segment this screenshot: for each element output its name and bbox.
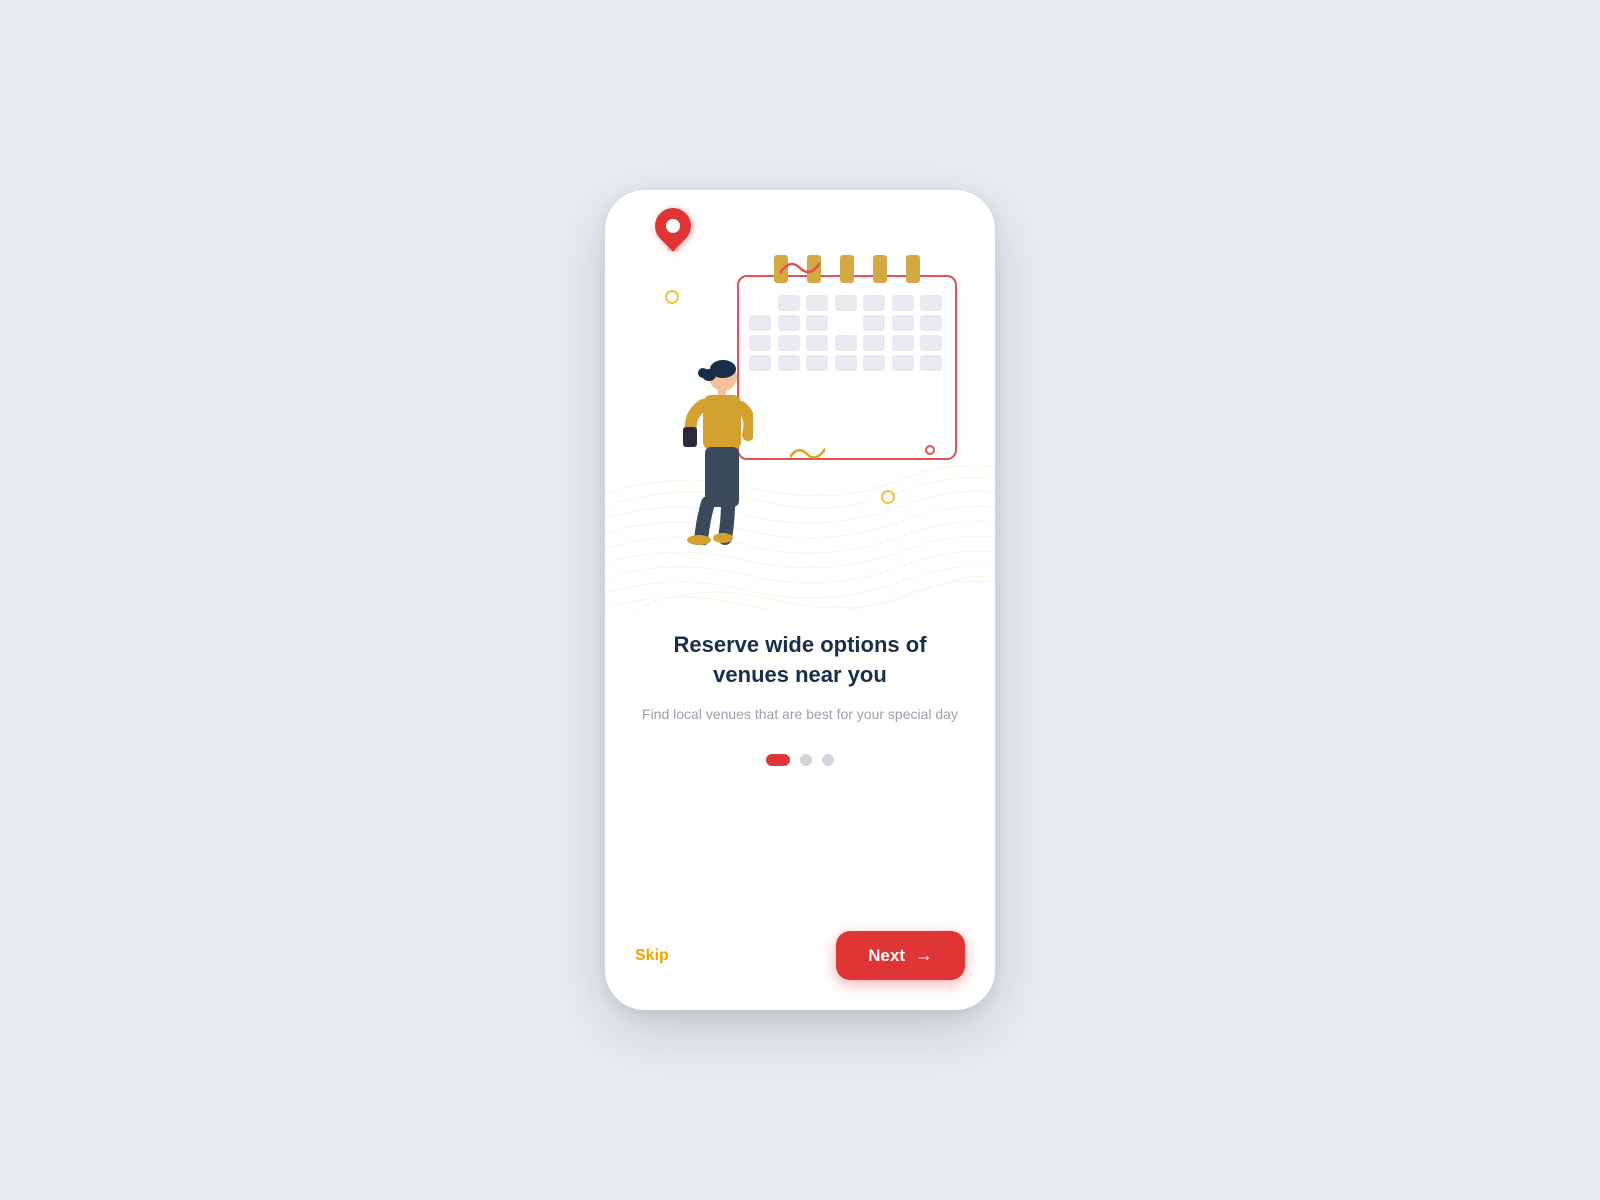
cal-cell (835, 335, 857, 351)
cal-cell (835, 295, 857, 311)
cal-cell (806, 315, 828, 331)
dot-inactive-1 (800, 754, 812, 766)
cal-cell (749, 295, 771, 311)
cal-cell (892, 355, 914, 371)
calendar-grid (739, 285, 955, 381)
cal-cell (920, 355, 942, 371)
deco-circle-red (925, 445, 935, 455)
content-area: Reserve wide options of venues near you … (605, 610, 995, 911)
illustration-area (605, 190, 995, 610)
phone-card: Reserve wide options of venues near you … (605, 190, 995, 1010)
cal-cell (749, 335, 771, 351)
pagination-dots (766, 754, 834, 766)
deco-circle-yellow-2 (881, 490, 895, 504)
squiggle-bottom (790, 445, 825, 463)
cal-cell (863, 315, 885, 331)
cal-cell (806, 355, 828, 371)
arrow-right-icon: → (915, 945, 933, 966)
bottom-bar: Skip Next → (605, 911, 995, 1010)
location-pin (655, 208, 691, 252)
cal-cell (806, 295, 828, 311)
cal-cell (892, 315, 914, 331)
dot-active (766, 754, 790, 766)
squiggle-top (780, 258, 820, 278)
pin-inner (666, 219, 680, 233)
cal-cell (920, 335, 942, 351)
dot-inactive-2 (822, 754, 834, 766)
deco-circle-yellow-1 (665, 290, 679, 304)
skip-button[interactable]: Skip (635, 947, 669, 965)
cal-cell (778, 355, 800, 371)
calendar-ring (906, 255, 920, 283)
cal-cell-pin (835, 315, 857, 331)
cal-cell (920, 295, 942, 311)
cal-cell (892, 295, 914, 311)
main-title: Reserve wide options of venues near you (635, 630, 965, 689)
cal-cell (920, 315, 942, 331)
calendar (737, 275, 957, 460)
person-illustration (673, 355, 753, 545)
cal-cell (892, 335, 914, 351)
cal-cell (863, 355, 885, 371)
next-label: Next (868, 946, 905, 966)
cal-cell (835, 355, 857, 371)
calendar-ring (840, 255, 854, 283)
cal-cell (778, 335, 800, 351)
cal-cell (778, 315, 800, 331)
cal-cell (778, 295, 800, 311)
cal-cell (749, 315, 771, 331)
subtitle: Find local venues that are best for your… (642, 703, 958, 725)
calendar-rings (739, 255, 955, 283)
cal-cell (863, 335, 885, 351)
next-button[interactable]: Next → (836, 931, 965, 980)
cal-cell (863, 295, 885, 311)
cal-cell (806, 335, 828, 351)
calendar-ring (873, 255, 887, 283)
pin-head (648, 201, 699, 252)
